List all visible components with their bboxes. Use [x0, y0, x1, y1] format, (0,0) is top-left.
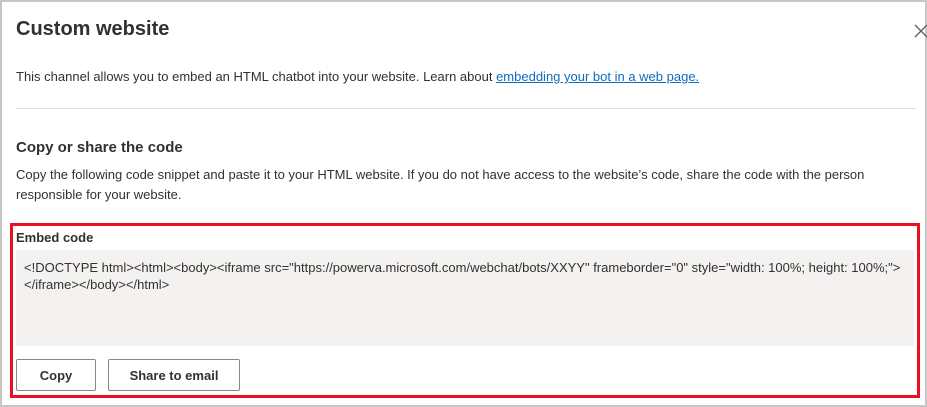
section-title: Copy or share the code: [16, 139, 183, 156]
channel-description-text: This channel allows you to embed an HTML…: [16, 69, 497, 84]
embedding-bot-link[interactable]: embedding your bot in a web page.: [496, 69, 699, 84]
panel-title: Custom website: [16, 18, 170, 40]
section-description: Copy the following code snippet and past…: [16, 167, 865, 202]
embed-code-label: Embed code: [16, 230, 94, 245]
close-button[interactable]: [914, 22, 927, 38]
close-icon: [914, 24, 927, 38]
copy-button[interactable]: Copy: [16, 359, 96, 391]
embed-code-text: <!DOCTYPE html><html><body><iframe src="…: [24, 260, 901, 292]
embed-code-field[interactable]: <!DOCTYPE html><html><body><iframe src="…: [16, 250, 914, 346]
share-to-email-button[interactable]: Share to email: [108, 359, 240, 391]
section-divider: [16, 108, 916, 109]
custom-website-panel: Custom website This channel allows you t…: [0, 0, 927, 407]
channel-description: This channel allows you to embed an HTML…: [16, 69, 699, 84]
